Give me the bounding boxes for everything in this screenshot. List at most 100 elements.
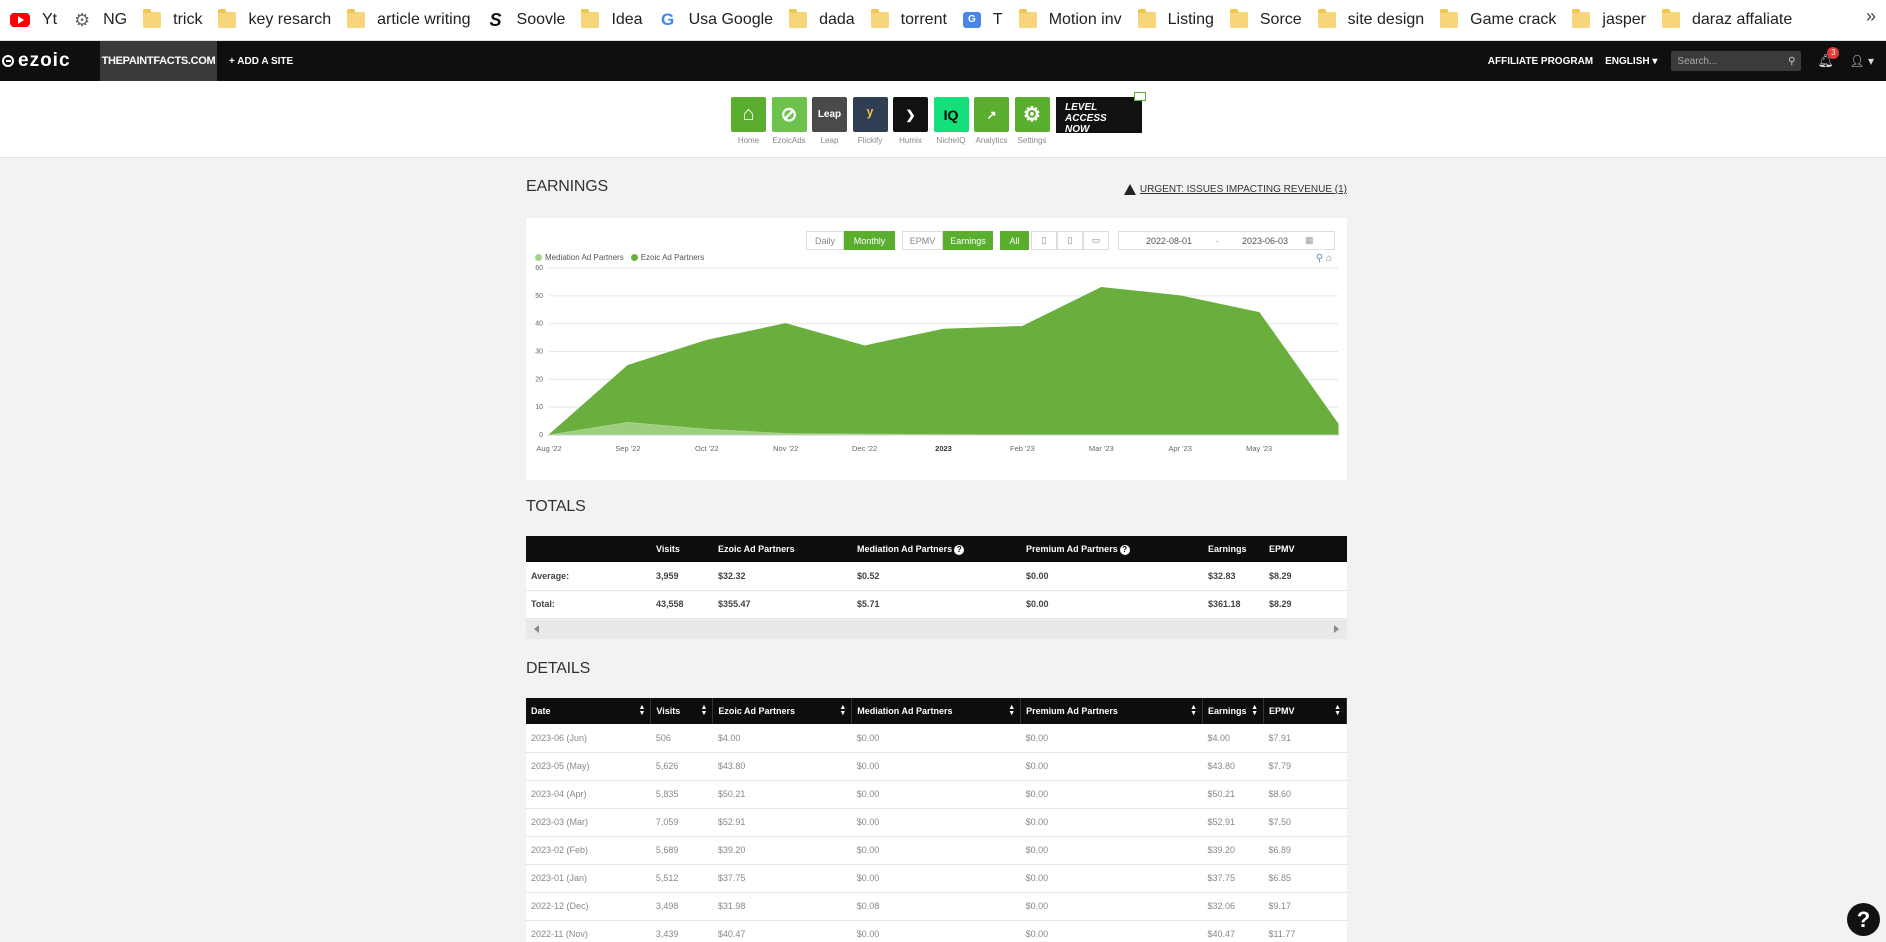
table-row: 2022-11 (Nov) 3,439 $40.47 $0.00 $0.00 $40.47… [526,920,1347,942]
table-cell: $0.00 [1020,920,1203,942]
language-selector[interactable]: ENGLISH ▾ [1605,56,1657,67]
legend-label-ezoic[interactable]: Ezoic Ad Partners [641,253,705,262]
table-row: 2023-01 (Jan) 5,512 $37.75 $0.00 $0.00 $37.75… [526,864,1347,893]
legend-label-mediation[interactable]: Mediation Ad Partners [545,253,624,262]
column-header-label: Premium Ad Partners [1026,706,1118,716]
bookmarks-overflow-button[interactable]: » [1866,6,1876,27]
app-analytics[interactable]: ↗ Analytics [974,97,1009,145]
bookmark-daraz-affaliate[interactable]: daraz affaliate [1656,5,1802,35]
epmv-button[interactable]: EPMV [902,231,943,250]
app-home[interactable]: ⌂ Home [731,97,766,145]
bookmark-usa-google[interactable]: G Usa Google [653,5,784,35]
level-access-banner[interactable]: LEVEL ACCESS NOW [1056,92,1146,135]
bookmark-article-writing[interactable]: article writing [341,5,480,35]
bookmark-sorce[interactable]: Sorce [1224,5,1312,35]
table-cell: $7.79 [1263,752,1347,781]
bookmark-listing[interactable]: Listing [1132,5,1224,35]
bookmark-label: article writing [377,11,471,28]
column-header[interactable]: Premium Ad Partners ▲ ▼ [1020,698,1204,724]
help-circle-icon[interactable]: ? [954,544,965,555]
table-row: 2023-05 (May) 5,626 $43.80 $0.00 $0.00 $43.80… [526,752,1347,781]
column-header[interactable]: Date ▲ ▼ [526,698,652,724]
bookmark-trick[interactable]: trick [137,5,212,35]
table-cell: $6.89 [1263,836,1347,865]
bookmark-torrent[interactable]: torrent [865,5,957,35]
table-cell: Total: [526,590,651,619]
bookmark-motion-inv[interactable]: Motion inv [1013,5,1132,35]
notifications-button[interactable]: 🔔︎ 3 [1817,47,1840,68]
all-devices-button[interactable]: All [1000,231,1029,250]
user-menu[interactable]: 👤︎ ▾ [1849,54,1874,68]
legend-swatch-ezoic [630,254,638,261]
search-input[interactable]: Search... ⚲ [1671,51,1802,71]
app-leap[interactable]: Leap Leap [812,97,847,145]
sort-icon[interactable]: ▲ ▼ [839,704,846,717]
y-tick-label: 0 [539,432,543,439]
add-site-link[interactable]: + ADD A SITE [229,56,293,67]
bookmark-ng[interactable]: ⚙ NG [67,5,137,35]
earnings-button[interactable]: Earnings [943,231,993,250]
bookmark-dada[interactable]: dada [783,5,865,35]
scroll-right-icon[interactable] [1334,625,1339,633]
table-cell: $4.00 [1202,724,1264,753]
bookmark-idea[interactable]: Idea [575,5,652,35]
column-header-label: Ezoic Ad Partners [718,706,796,716]
bookmark-t[interactable]: GT [957,5,1013,35]
app-nicheiq[interactable]: IQ NicheIQ [933,97,969,145]
date-to: 2023-06-03 [1241,235,1289,246]
app-humix[interactable]: ❯ Humix [893,97,928,145]
column-header[interactable]: Earnings ▲ ▼ [1202,698,1265,724]
sort-icon[interactable]: ▲ ▼ [1334,704,1341,717]
desktop-filter-button[interactable]: ▭ [1083,231,1109,250]
app-settings[interactable]: ⚙ Settings [1014,97,1050,145]
column-header-label: Mediation Ad Partners [857,543,953,554]
site-selector[interactable]: THEPAINTFACTS.COM [100,41,217,81]
sort-icon[interactable]: ▲ ▼ [1251,704,1258,717]
table-cell: $43.80 [712,752,852,781]
sort-icon[interactable]: ▲ ▼ [1008,704,1015,717]
table-cell: $39.20 [1202,836,1264,865]
warning-icon [1123,184,1136,195]
urgent-issues-link[interactable]: URGENT: ISSUES IMPACTING REVENUE (1) [1123,184,1347,195]
app-flickify[interactable]: ʸ Flickify [852,97,888,145]
table-cell: $40.47 [712,920,852,942]
table-cell: $50.21 [1202,780,1264,809]
table-cell: $0.00 [1021,590,1203,619]
series-area-1[interactable] [547,286,1339,436]
bookmark-site-design[interactable]: site design [1312,5,1435,35]
mobile-filter-button[interactable]: ▯ [1057,231,1083,250]
soovle-icon: S [489,10,502,30]
monthly-button[interactable]: Monthly [844,231,895,250]
daily-button[interactable]: Daily [806,231,844,250]
table-cell: $0.00 [1020,808,1203,837]
tablet-filter-button[interactable]: ▯ [1031,231,1057,250]
table-row: 2023-03 (Mar) 7,059 $52.91 $0.00 $0.00 $52.91… [526,808,1347,837]
totals-scrollbar[interactable] [526,620,1347,639]
youtube-icon [10,13,30,27]
app-ezoicads[interactable]: ⊘ EzoicAds [771,97,807,145]
sort-icon[interactable]: ▲ ▼ [700,704,707,717]
table-cell: 2023-06 (Jun) [526,724,651,753]
column-header[interactable]: Mediation Ad Partners ▲ ▼ [851,698,1022,724]
bookmark-jasper[interactable]: jasper [1566,5,1656,35]
bookmark-soovle[interactable]: S Soovle [481,5,576,35]
bookmark-game-crack[interactable]: Game crack [1434,5,1566,35]
sort-icon[interactable]: ▲ ▼ [1190,704,1197,717]
column-header[interactable]: Ezoic Ad Partners ▲ ▼ [712,698,853,724]
table-cell: $4.00 [712,724,852,753]
table-cell: $8.29 [1264,590,1347,619]
table-cell: $32.06 [1202,892,1264,921]
affiliate-program-link[interactable]: AFFILIATE PROGRAM [1488,56,1593,67]
ezoic-logo[interactable]: ezoic [0,41,100,81]
date-range-picker[interactable]: 2022-08-01 - 2023-06-03 ▦ [1118,231,1335,250]
bookmark-label: daraz affaliate [1692,11,1793,28]
scroll-left-icon[interactable] [534,625,539,633]
help-circle-icon[interactable]: ? [1119,544,1130,555]
bookmark-key-resarch[interactable]: key resarch [212,5,341,35]
column-header[interactable]: EPMV ▲ ▼ [1263,698,1347,724]
date-from: 2022-08-01 [1145,235,1193,246]
help-button[interactable]: ? [1847,903,1880,936]
column-header[interactable]: Visits ▲ ▼ [650,698,714,724]
sort-icon[interactable]: ▲ ▼ [638,704,645,717]
bookmark-yt[interactable]: Yt [4,5,67,35]
